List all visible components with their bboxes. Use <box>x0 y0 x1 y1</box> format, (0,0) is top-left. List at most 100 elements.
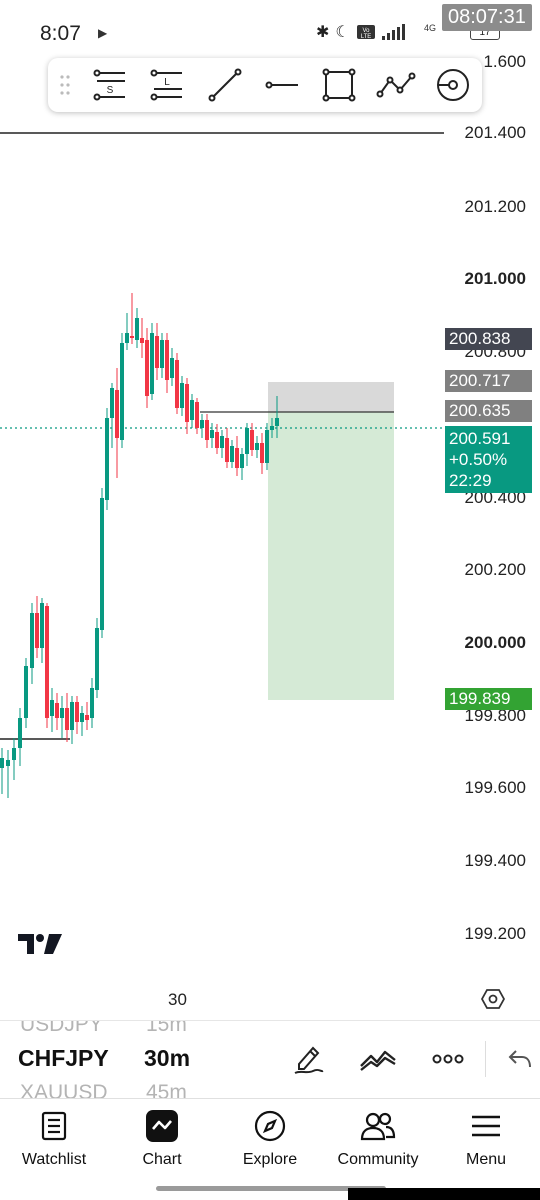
pen-icon <box>294 1046 324 1074</box>
tradingview-logo[interactable] <box>16 930 64 958</box>
candle-body <box>18 718 22 748</box>
candle-body <box>225 438 229 462</box>
last-price-tag: 200.591 +0.50% 22:29 <box>445 426 532 493</box>
candle-body <box>170 358 174 378</box>
nav-label: Watchlist <box>21 1151 87 1168</box>
candle-body <box>60 708 64 718</box>
candle-body <box>275 418 279 426</box>
candle-body <box>80 713 84 722</box>
candle-body <box>110 388 114 418</box>
undo-button[interactable] <box>500 1039 540 1079</box>
candlestick-series <box>0 293 279 798</box>
price-axis-label: 201.000 <box>464 269 526 288</box>
candle-body <box>205 420 209 440</box>
bottom-navigation: Watchlist Chart Explore Community Menu <box>0 1098 540 1180</box>
candle-body <box>12 748 16 760</box>
signal-icon <box>381 24 405 40</box>
network-type: 4G <box>424 23 437 33</box>
high-marker-tag: 200.838 <box>445 328 532 350</box>
candle-body <box>235 448 239 468</box>
clock-overlay: 08:07:31 <box>442 4 532 31</box>
symbol-bar: USDJPY 15m CHFJPY 30m XAUUSD 45m <box>0 1020 540 1098</box>
candle-body <box>120 343 124 440</box>
candle-body <box>40 603 44 648</box>
svg-text:S: S <box>106 85 113 96</box>
entry-tag: 200.635 <box>445 400 532 422</box>
candle-body <box>130 336 134 338</box>
status-bar: 8:07 ▶ ✱ ☾ Vo LTE 4G 17 08:07:31 <box>0 0 540 66</box>
candle-body <box>240 454 244 468</box>
chart-icon <box>146 1110 178 1142</box>
candle-body <box>30 613 34 668</box>
price-axis-label: 200.200 <box>464 560 526 579</box>
next-interval[interactable]: 45m <box>146 1081 187 1098</box>
rectangle-tool-icon[interactable] <box>310 58 367 112</box>
previous-symbol[interactable]: USDJPY <box>20 1021 103 1037</box>
screen-edge <box>348 1188 540 1200</box>
chart-settings-icon[interactable] <box>481 988 505 1010</box>
candle-body <box>185 384 189 422</box>
next-symbol[interactable]: XAUUSD <box>20 1081 108 1098</box>
price-chart[interactable]: 1.600 201.400 201.200 201.000 200.800 20… <box>0 52 540 978</box>
indicators-button[interactable] <box>343 1039 413 1079</box>
candle-body <box>245 428 249 454</box>
drawing-tools-button[interactable] <box>273 1039 343 1079</box>
nav-watchlist[interactable]: Watchlist <box>0 1099 108 1180</box>
candle-body <box>75 702 79 722</box>
candle-body <box>24 666 28 718</box>
price-axis-label: 199.400 <box>464 851 526 870</box>
nav-label: Community <box>337 1151 419 1168</box>
candle-body <box>150 333 154 394</box>
status-time: 8:07 <box>40 22 81 45</box>
trend-line-tool-icon[interactable] <box>196 58 253 112</box>
candle-body <box>65 708 69 730</box>
grip-handle-icon[interactable] <box>48 58 82 112</box>
candle-body <box>175 360 179 408</box>
volte-icon: VoLTE <box>356 25 375 40</box>
chart-canvas[interactable] <box>0 118 540 978</box>
candle-body <box>115 390 119 438</box>
candle-body <box>95 628 99 690</box>
candle-body <box>180 383 184 408</box>
candle-body <box>265 430 269 463</box>
previous-interval[interactable]: 15m <box>146 1021 187 1037</box>
candle-body <box>195 402 199 428</box>
candle-body <box>145 340 149 396</box>
watchlist-icon <box>41 1111 67 1141</box>
stop-loss-zone <box>268 382 394 412</box>
interval-selector[interactable]: 30m <box>144 1045 190 1072</box>
candle-body <box>200 420 204 428</box>
path-tool-icon[interactable] <box>367 58 424 112</box>
candle-body <box>155 336 159 368</box>
compass-icon <box>254 1110 286 1142</box>
profit-zone <box>268 412 394 700</box>
symbol-selector[interactable]: CHFJPY <box>18 1045 109 1072</box>
candle-body <box>190 400 194 420</box>
candle-body <box>50 700 54 716</box>
short-position-tool-icon[interactable]: L <box>139 58 196 112</box>
candle-body <box>210 430 214 438</box>
candle-body <box>230 446 234 462</box>
symbol-actions <box>273 1039 540 1079</box>
nav-chart[interactable]: Chart <box>108 1099 216 1180</box>
price-axis-label: 199.200 <box>464 924 526 943</box>
brush-tool-icon[interactable] <box>424 58 481 112</box>
candle-body <box>135 318 139 340</box>
take-profit-tag: 199.839 <box>445 688 532 710</box>
candle-body <box>100 498 104 630</box>
more-options-button[interactable] <box>413 1039 483 1079</box>
long-position-tool-icon[interactable]: S <box>82 58 139 112</box>
nav-menu[interactable]: Menu <box>432 1099 540 1180</box>
more-icon <box>432 1054 464 1064</box>
candle-body <box>0 758 4 768</box>
candle-body <box>90 688 94 718</box>
horizontal-ray-tool-icon[interactable] <box>253 58 310 112</box>
candle-body <box>255 443 259 450</box>
candle-body <box>35 613 39 648</box>
price-axis-label: 201.400 <box>464 123 526 142</box>
nav-explore[interactable]: Explore <box>216 1099 324 1180</box>
undo-icon <box>508 1050 531 1068</box>
svg-text:LTE: LTE <box>360 34 371 40</box>
drawing-toolbar: S L <box>48 58 482 112</box>
nav-community[interactable]: Community <box>324 1099 432 1180</box>
